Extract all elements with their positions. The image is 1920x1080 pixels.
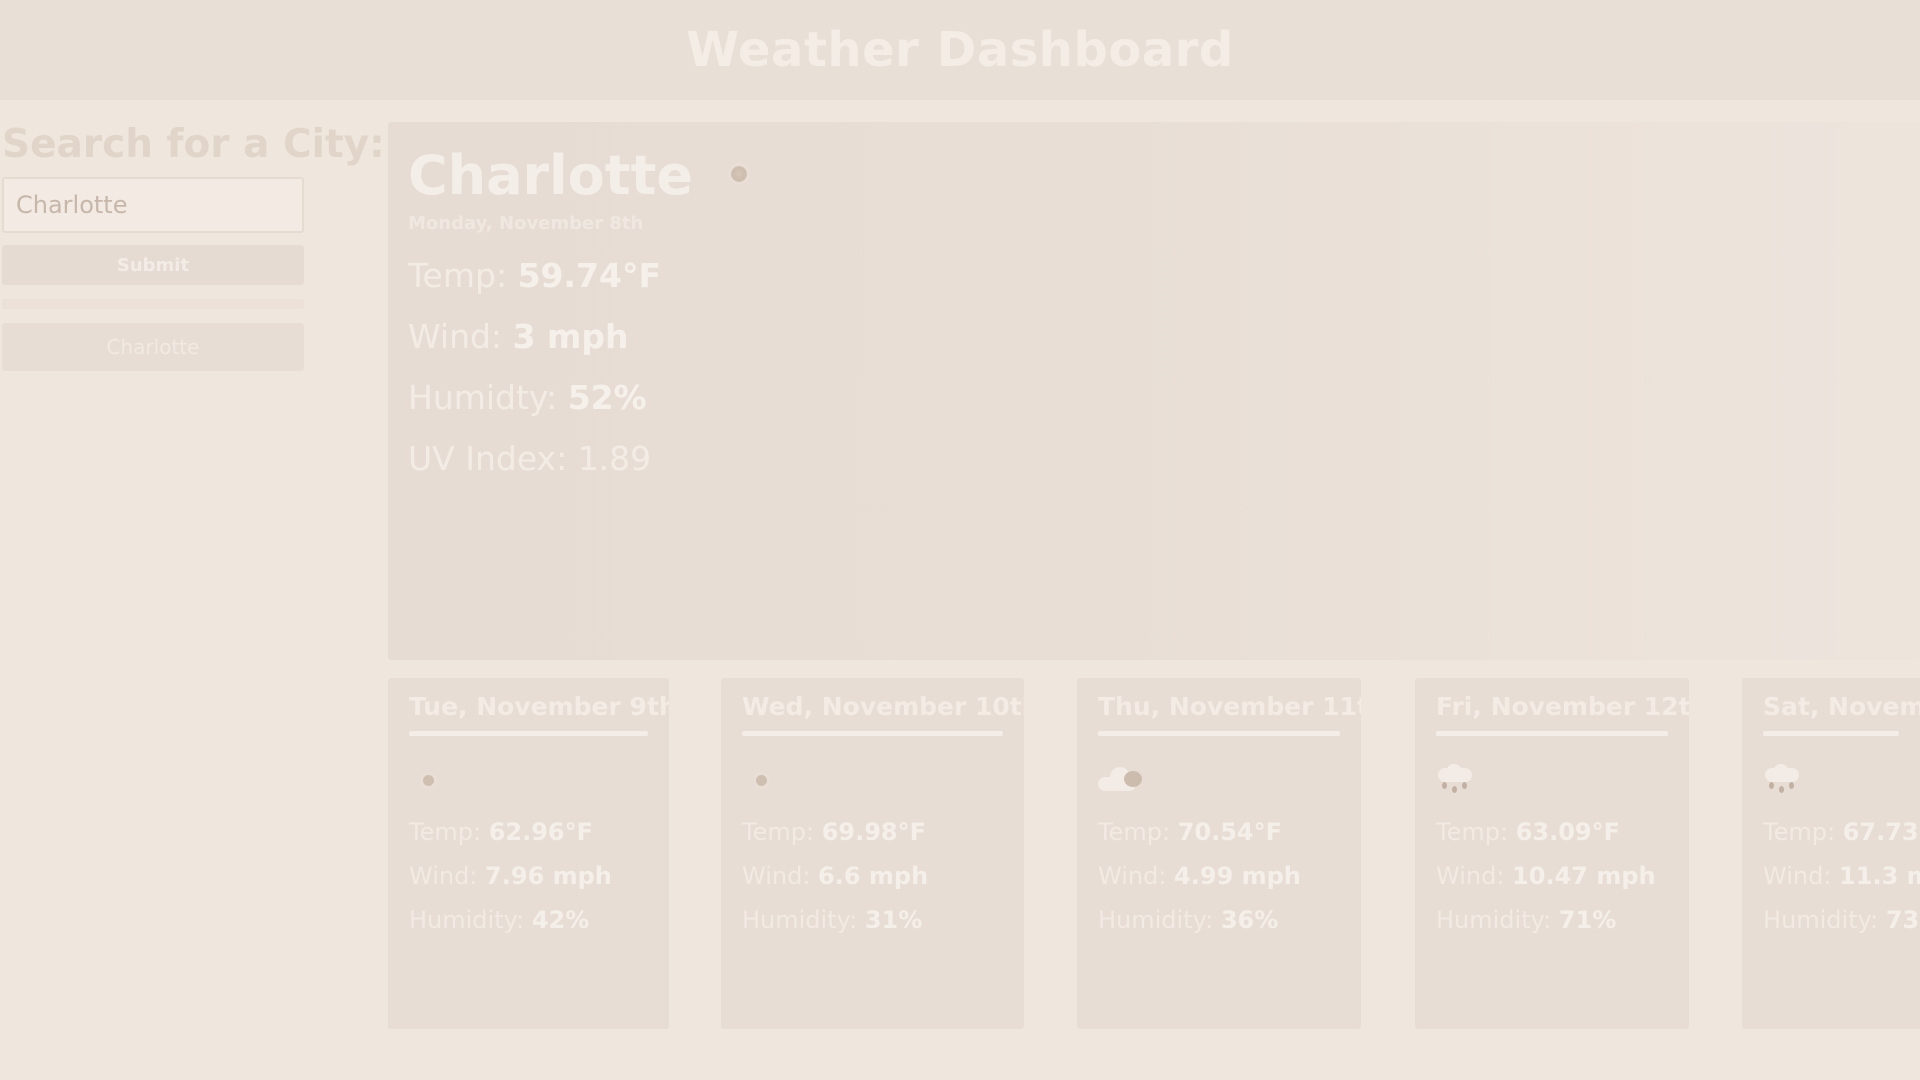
current-city-name: Charlotte (408, 144, 694, 207)
forecast-humidity: Humidity: 71% (1436, 906, 1668, 934)
forecast-humidity: Humidity: 36% (1098, 906, 1340, 934)
forecast-divider (1098, 731, 1340, 736)
current-wind-label: Wind: (408, 317, 503, 356)
forecast-card: Thu, November 11th Temp: 70.54°F Wind: 4… (1077, 678, 1361, 1029)
forecast-humidity-value: 36% (1220, 906, 1279, 934)
forecast-humidity: Humidity: 73 (1763, 906, 1919, 934)
history-button-charlotte[interactable]: Charlotte (2, 323, 304, 371)
forecast-temp: Temp: 67.73°F (1763, 818, 1920, 846)
forecast-wind: Wind: 10.47 mph (1436, 862, 1668, 890)
sun-icon (731, 165, 748, 182)
current-weather-panel: Charlotte Monday, November 8th Temp: 59.… (388, 122, 1920, 660)
forecast-temp: Temp: 62.96°F (409, 818, 648, 846)
forecast-wind: Wind: 4.99 mph (1098, 862, 1340, 890)
forecast-wind-label: Wind: (1436, 862, 1505, 890)
forecast-temp-label: Temp: (1436, 818, 1509, 846)
forecast-temp: Temp: 70.54°F (1098, 818, 1340, 846)
forecast-divider (409, 731, 648, 736)
current-uv-label: UV Index: (408, 439, 568, 478)
forecast-card: Fri, November 12th Temp: 63.09°F Wind: 1… (1415, 678, 1689, 1029)
search-heading: Search for a City: (2, 122, 385, 167)
forecast-humidity: Humidity: 42% (409, 906, 648, 934)
current-temp: Temp: 59.74°F (408, 256, 1900, 295)
forecast-wind-value: 4.99 mph (1174, 862, 1301, 890)
current-wind-value: 3 mph (512, 317, 629, 356)
forecast-wind-label: Wind: (1763, 862, 1832, 890)
forecast-temp-value: 63.09°F (1515, 818, 1620, 846)
forecast-humidity-value: 31% (864, 906, 923, 934)
forecast-divider (742, 731, 1003, 736)
forecast-temp-label: Temp: (409, 818, 482, 846)
forecast-date: Sat, Novemb (1763, 692, 1920, 721)
forecast-temp-value: 67.73°F (1842, 818, 1920, 846)
forecast-card: Sat, Novemb Temp: 67.73°F Wind: 11.3 mp … (1742, 678, 1920, 1029)
sun-icon (756, 774, 767, 786)
current-humidity-label: Humidty: (408, 378, 558, 417)
forecast-card: Tue, November 9th Temp: 62.96°F Wind: 7.… (388, 678, 669, 1029)
forecast-divider (1763, 731, 1899, 736)
forecast-temp-label: Temp: (1098, 818, 1171, 846)
current-date: Monday, November 8th (408, 213, 644, 234)
forecast-wind-value: 7.96 mph (485, 862, 612, 890)
sun-icon (423, 774, 434, 786)
forecast-wind: Wind: 11.3 mp (1763, 862, 1920, 890)
rain-icon (1436, 764, 1476, 796)
forecast-humidity-label: Humidity: (1098, 906, 1214, 934)
current-temp-label: Temp: (408, 256, 508, 295)
forecast-wind-value: 10.47 mph (1512, 862, 1656, 890)
page-title: Weather Dashboard (686, 22, 1234, 78)
forecast-date: Thu, November 11th (1098, 692, 1361, 721)
forecast-temp: Temp: 63.09°F (1436, 818, 1668, 846)
forecast-humidity-label: Humidity: (1436, 906, 1552, 934)
forecast-card: Wed, November 10th Temp: 69.98°F Wind: 6… (721, 678, 1024, 1029)
current-uv-index: UV Index: 1.89 (408, 439, 1900, 478)
forecast-humidity-value: 71% (1558, 906, 1617, 934)
forecast-humidity-value: 42% (531, 906, 590, 934)
forecast-date: Tue, November 9th (409, 692, 669, 721)
forecast-wind: Wind: 6.6 mph (742, 862, 1003, 890)
forecast-wind-label: Wind: (409, 862, 478, 890)
forecast-temp: Temp: 69.98°F (742, 818, 1003, 846)
forecast-wind-label: Wind: (1098, 862, 1167, 890)
current-uv-value: 1.89 (577, 439, 652, 478)
forecast-date: Wed, November 10th (742, 692, 1024, 721)
forecast-temp-value: 62.96°F (488, 818, 593, 846)
forecast-date: Fri, November 12th (1436, 692, 1689, 721)
forecast-wind-value: 11.3 mp (1839, 862, 1920, 890)
current-humidity-value: 52% (567, 378, 647, 417)
history-divider (2, 299, 304, 309)
current-weather-header: Charlotte (408, 144, 1900, 207)
app-header: Weather Dashboard (0, 0, 1920, 100)
forecast-wind: Wind: 7.96 mph (409, 862, 648, 890)
current-humidity: Humidty: 52% (408, 378, 1900, 417)
forecast-temp-label: Temp: (1763, 818, 1836, 846)
rain-icon (1763, 764, 1803, 796)
city-search-input[interactable] (2, 177, 304, 233)
current-temp-value: 59.74°F (517, 256, 662, 295)
forecast-temp-value: 69.98°F (821, 818, 926, 846)
forecast-humidity-value: 73 (1885, 906, 1920, 934)
forecast-humidity-label: Humidity: (742, 906, 858, 934)
forecast-humidity-label: Humidity: (409, 906, 525, 934)
forecast-humidity-label: Humidity: (1763, 906, 1879, 934)
submit-button[interactable]: Submit (2, 245, 304, 285)
forecast-temp-value: 70.54°F (1177, 818, 1282, 846)
search-sidebar: Search for a City: Submit Charlotte (2, 122, 385, 371)
forecast-wind-label: Wind: (742, 862, 811, 890)
cloud-icon (1098, 767, 1144, 793)
forecast-divider (1436, 731, 1668, 736)
current-wind: Wind: 3 mph (408, 317, 1900, 356)
forecast-temp-label: Temp: (742, 818, 815, 846)
forecast-humidity: Humidity: 31% (742, 906, 1003, 934)
forecast-wind-value: 6.6 mph (818, 862, 929, 890)
